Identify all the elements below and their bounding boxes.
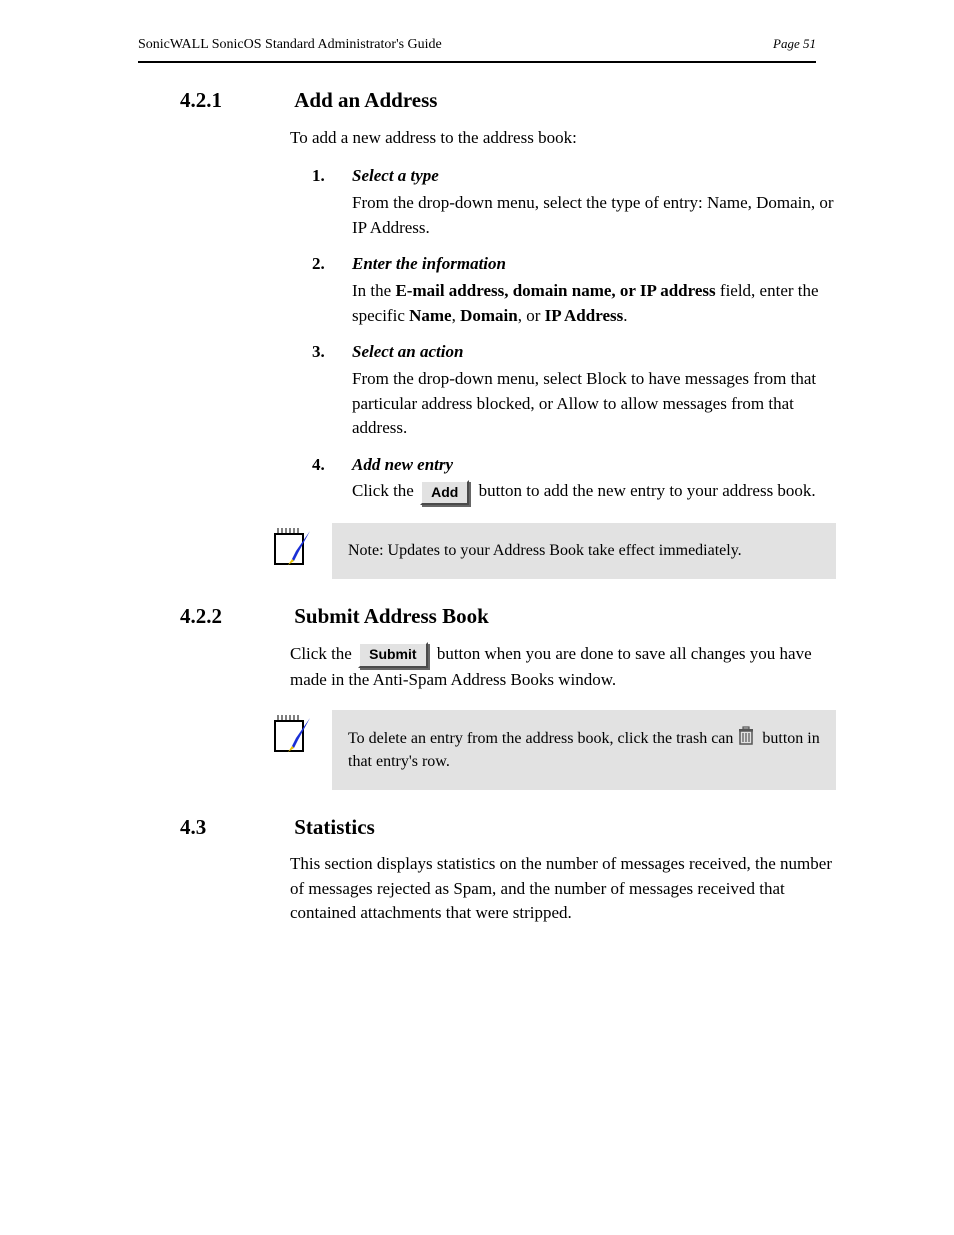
- section-paragraph: Click the Submit button when you are don…: [290, 642, 836, 692]
- section-title: Submit Address Book: [294, 604, 489, 628]
- section-number: 4.2.2: [180, 601, 290, 631]
- note-text: To delete an entry from the address book…: [348, 730, 737, 747]
- step-number: 3.: [312, 340, 325, 365]
- step-list: 1. Select a type From the drop-down menu…: [290, 164, 836, 505]
- step-heading: Select an action: [352, 340, 836, 365]
- step-body: From the drop-down menu, select the type…: [352, 193, 834, 237]
- section-intro: To add a new address to the address book…: [290, 126, 836, 151]
- section-paragraph: This section displays statistics on the …: [290, 852, 836, 926]
- add-button[interactable]: Add: [420, 480, 469, 506]
- submit-button[interactable]: Submit: [358, 642, 427, 668]
- step-item: 4. Add new entry Click the Add button to…: [290, 453, 836, 505]
- note-icon: [270, 712, 312, 754]
- step-number: 2.: [312, 252, 325, 277]
- step-number: 4.: [312, 453, 325, 478]
- section-title: Statistics: [294, 815, 375, 839]
- step-item: 2. Enter the information In the E-mail a…: [290, 252, 836, 328]
- doc-title: SonicWALL SonicOS Standard Administrator…: [138, 35, 442, 55]
- note-icon: [270, 525, 312, 567]
- step-number: 1.: [312, 164, 325, 189]
- step-item: 3. Select an action From the drop-down m…: [290, 340, 836, 441]
- section-number: 4.3: [180, 812, 290, 842]
- step-heading: Enter the information: [352, 252, 836, 277]
- step-body: In the E-mail address, domain name, or I…: [352, 281, 819, 325]
- step-item: 1. Select a type From the drop-down menu…: [290, 164, 836, 240]
- step-heading: Select a type: [352, 164, 836, 189]
- trash-icon[interactable]: [737, 726, 755, 746]
- page-number: Page 51: [773, 35, 816, 54]
- note-box: To delete an entry from the address book…: [332, 710, 836, 789]
- note-box: Note: Updates to your Address Book take …: [332, 523, 836, 579]
- step-body: From the drop-down menu, select Block to…: [352, 369, 816, 437]
- section-number: 4.2.1: [180, 85, 290, 115]
- step-heading: Add new entry: [352, 453, 836, 478]
- header-rule: [138, 61, 816, 63]
- step-body: Click the Add button to add the new entr…: [352, 481, 816, 500]
- section-title: Add an Address: [294, 88, 437, 112]
- note-text: Note: Updates to your Address Book take …: [348, 542, 742, 559]
